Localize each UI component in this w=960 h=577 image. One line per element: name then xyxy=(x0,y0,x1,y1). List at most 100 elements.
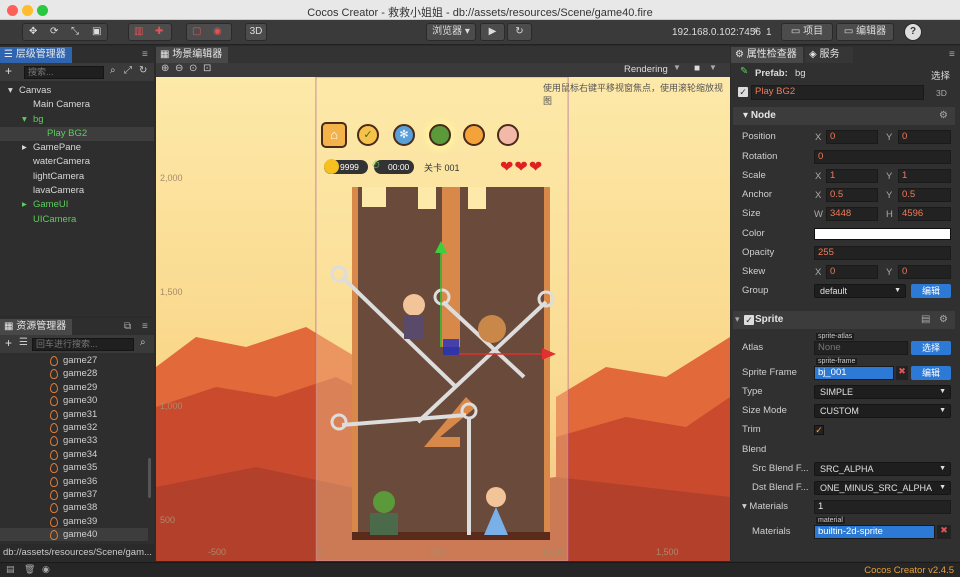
expand-arrow-icon[interactable]: ▸ xyxy=(22,198,33,212)
chest-icon[interactable] xyxy=(463,124,485,146)
sprite-collapse-icon[interactable]: ▾ xyxy=(735,314,740,325)
clear-icon[interactable]: 🗑 xyxy=(24,564,35,575)
asset-item[interactable]: game30 xyxy=(0,394,148,407)
tree-node[interactable]: Main Camera xyxy=(0,98,154,112)
dst-blend-select[interactable]: ONE_MINUS_SRC_ALPHA xyxy=(814,481,951,495)
expand-arrow-icon[interactable]: ▾ xyxy=(8,84,19,98)
group-edit-button[interactable]: 编辑 xyxy=(911,284,951,298)
tab-hierarchy[interactable]: ☰ 层级管理器 xyxy=(0,47,72,63)
move-tool-icon[interactable]: ✥ xyxy=(29,24,37,40)
asset-item[interactable]: game27 xyxy=(0,354,148,367)
tab-inspector[interactable]: ⚙ 属性检查器 xyxy=(731,47,803,63)
asset-item[interactable]: game35 xyxy=(0,461,148,474)
camera-chevron-icon[interactable]: ▼ xyxy=(709,63,717,72)
refresh-button[interactable]: ↻ xyxy=(507,23,532,41)
rect-tool-icon[interactable]: ▣ xyxy=(92,24,101,40)
rotation-field[interactable]: 0 xyxy=(814,150,951,164)
asset-item[interactable]: game34 xyxy=(0,448,148,461)
goblin-icon[interactable] xyxy=(429,124,451,146)
tree-node[interactable]: waterCamera xyxy=(0,155,154,169)
tree-node[interactable]: ▾ Canvas xyxy=(0,84,154,98)
assets-scrollbar[interactable] xyxy=(148,458,151,498)
node-active-checkbox[interactable]: ✓ xyxy=(738,87,748,97)
project-button[interactable]: ▭ 项目 xyxy=(781,23,833,41)
assets-menu-icon[interactable]: ≡ xyxy=(142,321,148,332)
sprite-help-icon[interactable]: ▤ xyxy=(921,314,930,325)
sort-icon[interactable]: ☰ xyxy=(19,337,28,348)
asset-item[interactable]: game40 xyxy=(0,528,148,542)
sprite-frame-field[interactable]: bj_001 xyxy=(814,366,894,380)
tree-node[interactable]: lavaCamera xyxy=(0,184,154,198)
help-button[interactable]: ? xyxy=(904,23,922,41)
play-button[interactable]: ▶ xyxy=(480,23,505,41)
assets-search-input[interactable]: 回车进行搜索... xyxy=(32,338,134,351)
pivot-icon[interactable]: ▥ xyxy=(134,24,143,40)
tree-node[interactable]: lightCamera xyxy=(0,170,154,184)
asset-item[interactable]: game31 xyxy=(0,408,148,421)
rendering-chevron-icon[interactable]: ▼ xyxy=(673,63,681,72)
anchor-x-field[interactable]: 0.5 xyxy=(826,188,878,202)
princess-icon[interactable] xyxy=(497,124,519,146)
asset-item[interactable]: game29 xyxy=(0,381,148,394)
gizmo-icon[interactable]: ◉ xyxy=(213,24,222,40)
snowflake-icon[interactable]: ✻ xyxy=(393,124,415,146)
tab-assets[interactable]: ▦ 资源管理器 xyxy=(0,319,72,335)
snap-icon[interactable]: ▢ xyxy=(192,24,201,40)
node-settings-icon[interactable]: ⚙ xyxy=(939,110,948,121)
asset-item[interactable]: game32 xyxy=(0,421,148,434)
skew-x-field[interactable]: 0 xyxy=(826,265,878,279)
refresh-icon[interactable]: ↻ xyxy=(139,65,147,76)
node-section-header[interactable]: ▾ Node xyxy=(733,107,955,125)
asset-item[interactable]: game36 xyxy=(0,475,148,488)
tree-node[interactable]: ▸ GamePane xyxy=(0,141,154,155)
node-name-field[interactable]: Play BG2 xyxy=(751,85,924,100)
rotate-tool-icon[interactable]: ⟳ xyxy=(50,24,58,40)
3d-toggle-button[interactable]: 3D xyxy=(245,23,267,41)
search-icon[interactable]: ⌕ xyxy=(110,65,116,76)
assets-search-icon[interactable]: ⌕ xyxy=(140,337,146,348)
panel-menu-icon[interactable]: ≡ xyxy=(142,49,148,60)
anchor-y-field[interactable]: 0.5 xyxy=(898,188,951,202)
check-icon[interactable]: ✓ xyxy=(357,124,379,146)
tree-node[interactable]: Play BG2 xyxy=(0,126,154,142)
console-icon[interactable]: ▤ xyxy=(6,564,15,575)
group-select[interactable]: default xyxy=(814,284,906,298)
material-clear-icon[interactable]: ✖ xyxy=(937,525,951,539)
inspector-menu-icon[interactable]: ≡ xyxy=(949,49,955,60)
tree-node[interactable]: UICamera xyxy=(0,213,154,227)
atlas-select-button[interactable]: 选择 xyxy=(911,341,951,355)
expand-arrow-icon[interactable]: ▸ xyxy=(22,141,33,155)
local-icon[interactable]: ✚ xyxy=(155,24,163,40)
materials-count-field[interactable]: 1 xyxy=(814,500,951,514)
asset-item[interactable]: game37 xyxy=(0,488,148,501)
sprite-frame-edit-button[interactable]: 编辑 xyxy=(911,366,951,380)
asset-item[interactable]: game33 xyxy=(0,434,148,447)
prefab-select-button[interactable]: 选择 xyxy=(931,68,950,82)
sprite-frame-clear-icon[interactable]: ✖ xyxy=(896,366,908,380)
camera-icon[interactable]: ■ xyxy=(694,63,700,74)
size-mode-select[interactable]: CUSTOM xyxy=(814,404,951,418)
expand-arrow-icon[interactable]: ▾ xyxy=(22,113,33,127)
position-x-field[interactable]: 0 xyxy=(826,130,878,144)
zoom-in-icon[interactable]: ⊕ xyxy=(161,63,169,74)
trim-checkbox[interactable]: ✓ xyxy=(814,425,824,435)
size-h-field[interactable]: 4596 xyxy=(898,207,951,221)
preview-platform-select[interactable]: 浏览器 ▾ xyxy=(426,23,476,41)
expand-icon[interactable]: ⤢ xyxy=(124,65,132,76)
rendering-select[interactable]: Rendering xyxy=(624,64,668,75)
add-node-icon[interactable]: + xyxy=(5,64,12,78)
tab-scene[interactable]: ▦ 场景编辑器 xyxy=(156,47,228,63)
scene-canvas[interactable]: ⌂ ✓ ✻ 9999 ⏱ 00:00 关卡 001 ❤❤❤ 使用鼠标右键平移视窗焦… xyxy=(156,77,730,561)
tree-node[interactable]: ▾ bg xyxy=(0,113,154,127)
zoom-out-icon[interactable]: ⊖ xyxy=(175,63,183,74)
scale-tool-icon[interactable]: ⤡ xyxy=(71,24,79,40)
scale-x-field[interactable]: 1 xyxy=(826,169,878,183)
sprite-enabled-checkbox[interactable]: ✓ xyxy=(744,315,754,325)
color-swatch[interactable] xyxy=(814,228,951,240)
opacity-field[interactable]: 255 xyxy=(814,246,951,260)
position-y-field[interactable]: 0 xyxy=(898,130,951,144)
material-field[interactable]: builtin-2d-sprite xyxy=(814,525,935,539)
sprite-settings-icon[interactable]: ⚙ xyxy=(939,314,948,325)
size-w-field[interactable]: 3448 xyxy=(826,207,878,221)
src-blend-select[interactable]: SRC_ALPHA xyxy=(814,462,951,476)
